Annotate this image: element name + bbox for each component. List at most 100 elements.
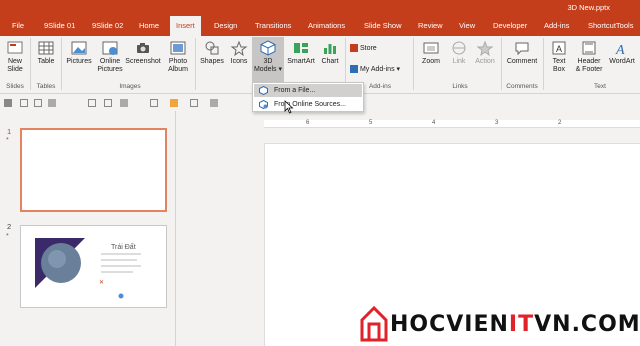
slide-thumbnail-1[interactable] — [20, 128, 167, 212]
rotate-icon[interactable] — [104, 99, 112, 107]
tab-design[interactable]: Design — [214, 16, 237, 36]
shape-fill-icon[interactable] — [150, 99, 158, 107]
slide-number: 1 — [7, 127, 12, 136]
ruler-number: 5 — [369, 120, 373, 126]
screenshot-icon — [137, 43, 149, 53]
header-footer-button[interactable]: Header & Footer — [573, 39, 605, 74]
slide-marker: * — [6, 137, 9, 144]
group-slides: Slides — [6, 83, 24, 90]
3d-models-button[interactable]: 3D Models ▾ — [252, 37, 284, 83]
photo-album-button[interactable]: Photo Album — [163, 39, 193, 74]
arrange-icon[interactable] — [120, 99, 128, 107]
slide-number: 2 — [7, 222, 12, 231]
tab-review[interactable]: Review — [418, 16, 443, 36]
wordart-button[interactable]: A WordArt — [606, 39, 638, 66]
table-label: Table — [37, 58, 55, 65]
slide-thumbnails-pane: 1 * 2 * ✕ Trái Đất — [0, 111, 176, 346]
action-button[interactable]: Action — [472, 39, 498, 66]
highlight-icon[interactable] — [170, 99, 178, 107]
tab-transitions[interactable]: Transitions — [255, 16, 291, 36]
wordart-icon: A — [615, 43, 625, 57]
group-comments: Comments — [506, 83, 538, 90]
mouse-cursor-icon — [284, 100, 294, 114]
document-title: 3D New.pptx — [567, 3, 610, 12]
screenshot-button[interactable]: Screenshot — [124, 39, 162, 66]
svg-text:A: A — [615, 43, 625, 57]
smartart-button[interactable]: SmartArt — [285, 39, 317, 66]
screenshot-label: Screenshot — [125, 58, 161, 65]
from-a-file-item[interactable]: From a File... — [254, 84, 362, 97]
crop-icon[interactable] — [34, 99, 42, 107]
group-icon[interactable] — [88, 99, 96, 107]
comment-button[interactable]: Comment — [504, 39, 540, 66]
tab-9slide-01[interactable]: 9Slide 01 — [44, 16, 75, 36]
ruler-number: 6 — [306, 120, 310, 126]
store-icon — [350, 44, 358, 52]
tab-9slide-02[interactable]: 9Slide 02 — [92, 16, 123, 36]
tab-slide-show[interactable]: Slide Show — [364, 16, 402, 36]
3d-models-dropdown: From a File... From Online Sources... — [252, 82, 364, 112]
watermark-suffix: VN.COM — [534, 312, 640, 337]
zoom-icon — [423, 42, 439, 54]
header-footer-icon — [582, 41, 596, 55]
tab-view[interactable]: View — [459, 16, 475, 36]
chart-icon — [324, 44, 336, 54]
new-slide-label-2: Slide — [7, 66, 23, 73]
tab-shortcuttools[interactable]: ShortcutTools — [588, 16, 633, 36]
ribbon-tabs: File 9Slide 01 9Slide 02 Home Insert Des… — [0, 16, 640, 36]
new-slide-label-1: New — [7, 58, 22, 65]
group-addins: Add-ins — [368, 83, 392, 90]
table-button[interactable]: Table — [34, 39, 58, 66]
header-footer-label-2: & Footer — [575, 66, 603, 73]
globe-link-icon — [452, 41, 466, 55]
tab-file[interactable]: File — [12, 16, 24, 36]
online-pictures-icon — [102, 41, 118, 55]
cube-globe-icon — [259, 100, 268, 109]
link-button[interactable]: Link — [447, 39, 471, 66]
comment-icon — [515, 42, 529, 56]
effects-icon[interactable] — [210, 99, 218, 107]
horizontal-ruler: 6 5 4 3 2 — [264, 120, 640, 128]
slide-marker: * — [6, 233, 9, 240]
text-box-button[interactable]: A Text Box — [547, 39, 571, 74]
my-add-ins-label: My Add-ins — [359, 65, 395, 73]
watermark-text: HOCVIENITVN.COM — [390, 312, 640, 337]
select-icon[interactable] — [20, 99, 28, 107]
tab-insert[interactable]: Insert — [170, 16, 201, 36]
watermark-prefix: HOCVIEN — [390, 312, 509, 337]
tab-add-ins[interactable]: Add-ins — [544, 16, 569, 36]
ruler-number: 3 — [495, 120, 499, 126]
new-slide-button[interactable]: New Slide — [3, 39, 27, 74]
pictures-button[interactable]: Pictures — [64, 39, 94, 66]
link-label: Link — [452, 58, 466, 65]
align-icon[interactable] — [48, 99, 56, 107]
photo-album-label-2: Album — [168, 66, 188, 73]
cube-file-icon — [259, 86, 268, 95]
chevron-down-icon: ▾ — [276, 66, 283, 73]
header-footer-label-1: Header — [577, 58, 601, 65]
icons-button[interactable]: Icons — [227, 39, 251, 66]
star-action-icon — [476, 40, 494, 57]
zoom-button[interactable]: Zoom — [417, 39, 445, 66]
group-images: Images — [119, 83, 141, 90]
slide-thumbnail-2[interactable]: ✕ Trái Đất — [20, 225, 167, 308]
tab-home[interactable]: Home — [139, 16, 159, 36]
store-button[interactable]: Store — [350, 44, 377, 53]
chart-button[interactable]: Chart — [318, 39, 342, 66]
zoom-label: Zoom — [422, 58, 440, 65]
outline-icon[interactable] — [190, 99, 198, 107]
from-online-sources-item[interactable]: From Online Sources... — [254, 98, 362, 111]
tab-animations[interactable]: Animations — [308, 16, 345, 36]
format-icon[interactable] — [4, 99, 12, 107]
online-pictures-label-2: Pictures — [97, 66, 123, 73]
shapes-icon — [205, 41, 219, 55]
my-add-ins-icon — [350, 65, 358, 73]
tab-developer[interactable]: Developer — [493, 16, 527, 36]
online-pictures-button[interactable]: Online Pictures — [95, 39, 125, 74]
powerpoint-window: 3D New.pptx File 9Slide 01 9Slide 02 Hom… — [0, 0, 640, 346]
group-text: Text — [594, 83, 606, 90]
wordart-label: WordArt — [609, 58, 635, 65]
shapes-button[interactable]: Shapes — [199, 39, 225, 66]
svg-text:✕: ✕ — [99, 280, 104, 286]
my-add-ins-button[interactable]: My Add-ins ▾ — [350, 65, 400, 74]
